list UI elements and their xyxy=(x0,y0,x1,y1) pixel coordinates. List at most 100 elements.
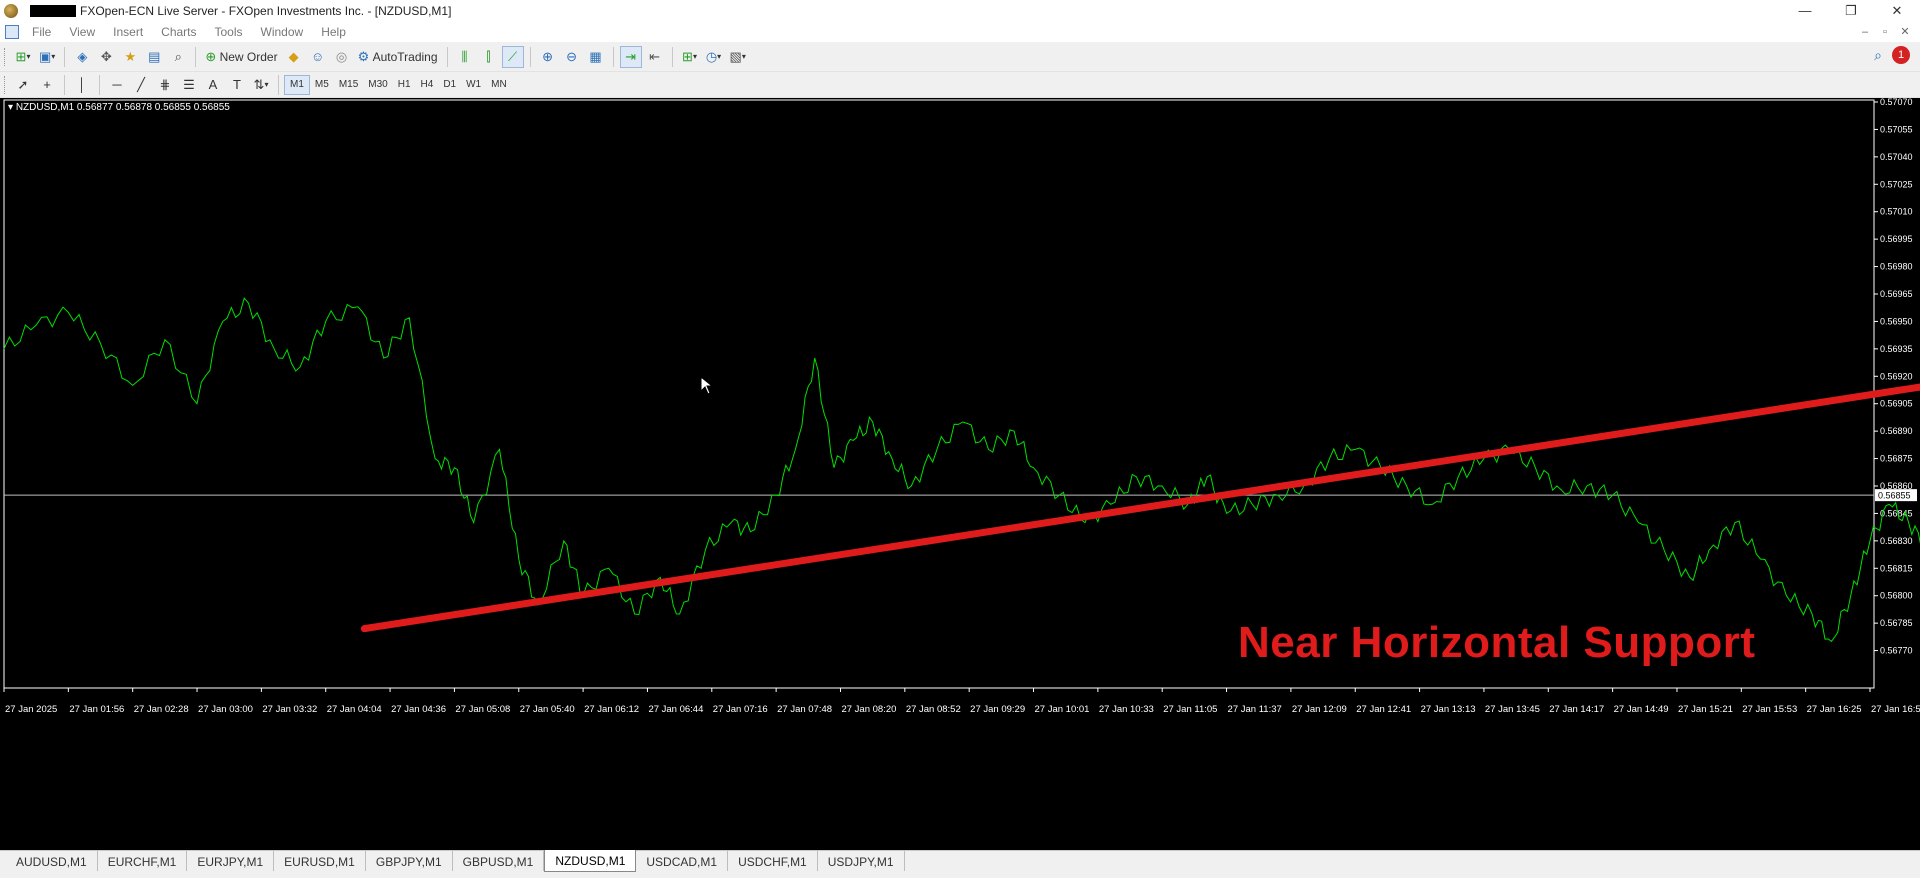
new-order-label: New Order xyxy=(219,49,278,64)
timeframe-m5[interactable]: M5 xyxy=(310,75,334,95)
timeframe-h1[interactable]: H1 xyxy=(393,75,416,95)
maximize-button[interactable]: ❐ xyxy=(1828,0,1874,22)
toolbar-separator xyxy=(64,74,65,95)
tab-eurusd[interactable]: EURUSD,M1 xyxy=(274,851,366,871)
timeframe-w1[interactable]: W1 xyxy=(461,75,486,95)
tab-usdjpy[interactable]: USDJPY,M1 xyxy=(818,851,905,871)
indicators-icon: ⊞ xyxy=(682,49,693,64)
arrows-tool[interactable]: ⇅ ▾ xyxy=(250,74,272,96)
y-tick-label: 0.57070 xyxy=(1880,98,1913,107)
toolbar-separator xyxy=(195,46,197,67)
timeframe-m15[interactable]: M15 xyxy=(334,75,363,95)
zoom-out-icon: ⊖ xyxy=(566,49,577,64)
x-tick-label: 27 Jan 02:28 xyxy=(134,704,189,715)
price-series-line xyxy=(3,297,1920,643)
mdi-minimize-button[interactable]: – xyxy=(1856,22,1874,42)
x-tick-label: 27 Jan 08:20 xyxy=(841,704,896,715)
terminal-button[interactable]: ▤ xyxy=(143,46,165,68)
crosshair-icon: ✥ xyxy=(100,49,112,64)
new-order-button[interactable]: ⊕ New Order xyxy=(202,46,280,68)
app-icon xyxy=(4,4,18,18)
menu-tools[interactable]: Tools xyxy=(206,25,252,39)
autoscroll-button[interactable]: ⇥ xyxy=(619,45,642,68)
tile-windows-button[interactable]: ▦ xyxy=(585,46,607,68)
strategy-tester-button[interactable]: ⌕ xyxy=(167,46,189,68)
y-tick-label: 0.56995 xyxy=(1880,234,1913,244)
autoscroll-icon: ⇥ xyxy=(625,49,636,64)
tab-audusd[interactable]: AUDUSD,M1 xyxy=(6,851,98,871)
text-tool[interactable]: A xyxy=(202,74,224,96)
market-watch-button[interactable]: ◈ xyxy=(71,46,93,68)
search-icon[interactable]: ⌕ xyxy=(1874,47,1882,64)
price-chart[interactable]: 0.57070 0.57055 0.57040 0.57025 0.57010 0.569… xyxy=(0,98,1920,850)
tab-gbpjpy[interactable]: GBPJPY,M1 xyxy=(366,851,453,871)
notification-badge[interactable]: 1 xyxy=(1892,46,1910,64)
trendline-tool[interactable]: ╱ xyxy=(130,74,152,96)
toolbar-grip xyxy=(4,75,7,94)
menu-file[interactable]: File xyxy=(23,25,60,39)
timeframe-mn[interactable]: MN xyxy=(486,75,512,95)
community-button[interactable]: ☺ xyxy=(307,46,329,68)
mdi-restore-button[interactable]: ▫ xyxy=(1876,22,1894,42)
menu-window[interactable]: Window xyxy=(252,25,313,39)
minimize-button[interactable]: — xyxy=(1782,0,1828,22)
x-tick-label: 27 Jan 03:00 xyxy=(198,704,253,715)
crosshair-tool[interactable]: + xyxy=(36,74,58,96)
tab-gbpusd[interactable]: GBPUSD,M1 xyxy=(453,851,545,871)
tab-eurjpy[interactable]: EURJPY,M1 xyxy=(187,851,275,871)
y-tick-label: 0.56830 xyxy=(1880,536,1913,546)
fibonacci-tool[interactable]: ☰ xyxy=(178,74,200,96)
tab-usdchf[interactable]: USDCHF,M1 xyxy=(728,851,818,871)
tab-usdcad[interactable]: USDCAD,M1 xyxy=(636,851,729,871)
chart-window-icon[interactable] xyxy=(5,25,19,39)
y-tick-label: 0.56875 xyxy=(1880,454,1913,464)
line-chart-button[interactable]: ⟋ xyxy=(501,45,524,68)
timeframe-h4[interactable]: H4 xyxy=(416,75,439,95)
cursor-tool[interactable]: ➚ xyxy=(12,74,34,96)
x-tick-label: 27 Jan 15:21 xyxy=(1678,704,1733,715)
zoom-in-button[interactable]: ⊕ xyxy=(537,46,559,68)
x-tick-label: 27 Jan 12:09 xyxy=(1292,704,1347,715)
label-tool[interactable]: T xyxy=(226,74,248,96)
menu-insert[interactable]: Insert xyxy=(104,25,152,39)
menu-help[interactable]: Help xyxy=(312,25,355,39)
horizontal-line-tool[interactable]: ─ xyxy=(106,74,128,96)
templates-button[interactable]: ▧ ▾ xyxy=(727,46,749,68)
data-window-button[interactable]: ✥ xyxy=(95,46,117,68)
y-tick-label: 0.57040 xyxy=(1880,152,1913,162)
close-button[interactable]: ✕ xyxy=(1874,0,1920,22)
timeframe-m30[interactable]: M30 xyxy=(363,75,392,95)
x-tick-label: 27 Jan 06:12 xyxy=(584,704,639,715)
timeframe-d1[interactable]: D1 xyxy=(438,75,461,95)
autotrading-button[interactable]: ⚙ AutoTrading xyxy=(355,46,441,68)
indicators-button[interactable]: ⊞ ▾ xyxy=(679,46,701,68)
vertical-line-tool[interactable]: │ xyxy=(71,74,93,96)
profiles-button[interactable]: ▣ ▾ xyxy=(36,46,58,68)
bar-chart-button[interactable]: ⫼ xyxy=(454,46,476,68)
timeframe-m1[interactable]: M1 xyxy=(284,74,310,95)
signals-button[interactable]: ◎ xyxy=(331,46,353,68)
navigator-button[interactable]: ★ xyxy=(119,46,141,68)
menu-charts[interactable]: Charts xyxy=(152,25,205,39)
new-chart-button[interactable]: ⊞ ▾ xyxy=(12,46,34,68)
y-tick-label: 0.57025 xyxy=(1880,179,1913,189)
chart-window[interactable]: 0.57070 0.57055 0.57040 0.57025 0.57010 0.569… xyxy=(0,98,1920,850)
bar-chart-icon: ⫼ xyxy=(461,49,468,64)
channel-tool[interactable]: ⋕ xyxy=(154,74,176,96)
toolbar-separator xyxy=(278,74,279,95)
fibonacci-icon: ☰ xyxy=(183,77,195,92)
tab-nzdusd[interactable]: NZDUSD,M1 xyxy=(544,850,637,872)
horizontal-line-icon: ─ xyxy=(112,77,122,92)
tab-eurchf[interactable]: EURCHF,M1 xyxy=(98,851,188,871)
clock-icon: ◷ xyxy=(705,49,718,64)
chart-shift-button[interactable]: ⇤ xyxy=(644,46,666,68)
zoom-out-button[interactable]: ⊖ xyxy=(561,46,583,68)
menu-view[interactable]: View xyxy=(60,25,104,39)
toolbar-separator xyxy=(612,46,614,67)
periods-button[interactable]: ◷ ▾ xyxy=(703,46,725,68)
window-title: FXOpen-ECN Live Server - FXOpen Investme… xyxy=(80,4,452,18)
x-tick-label: 27 Jan 11:05 xyxy=(1163,704,1217,715)
candlestick-button[interactable]: ⫿ xyxy=(478,46,500,68)
metaeditor-button[interactable]: ◆ xyxy=(283,46,305,68)
mdi-close-button[interactable]: ✕ xyxy=(1896,22,1914,42)
